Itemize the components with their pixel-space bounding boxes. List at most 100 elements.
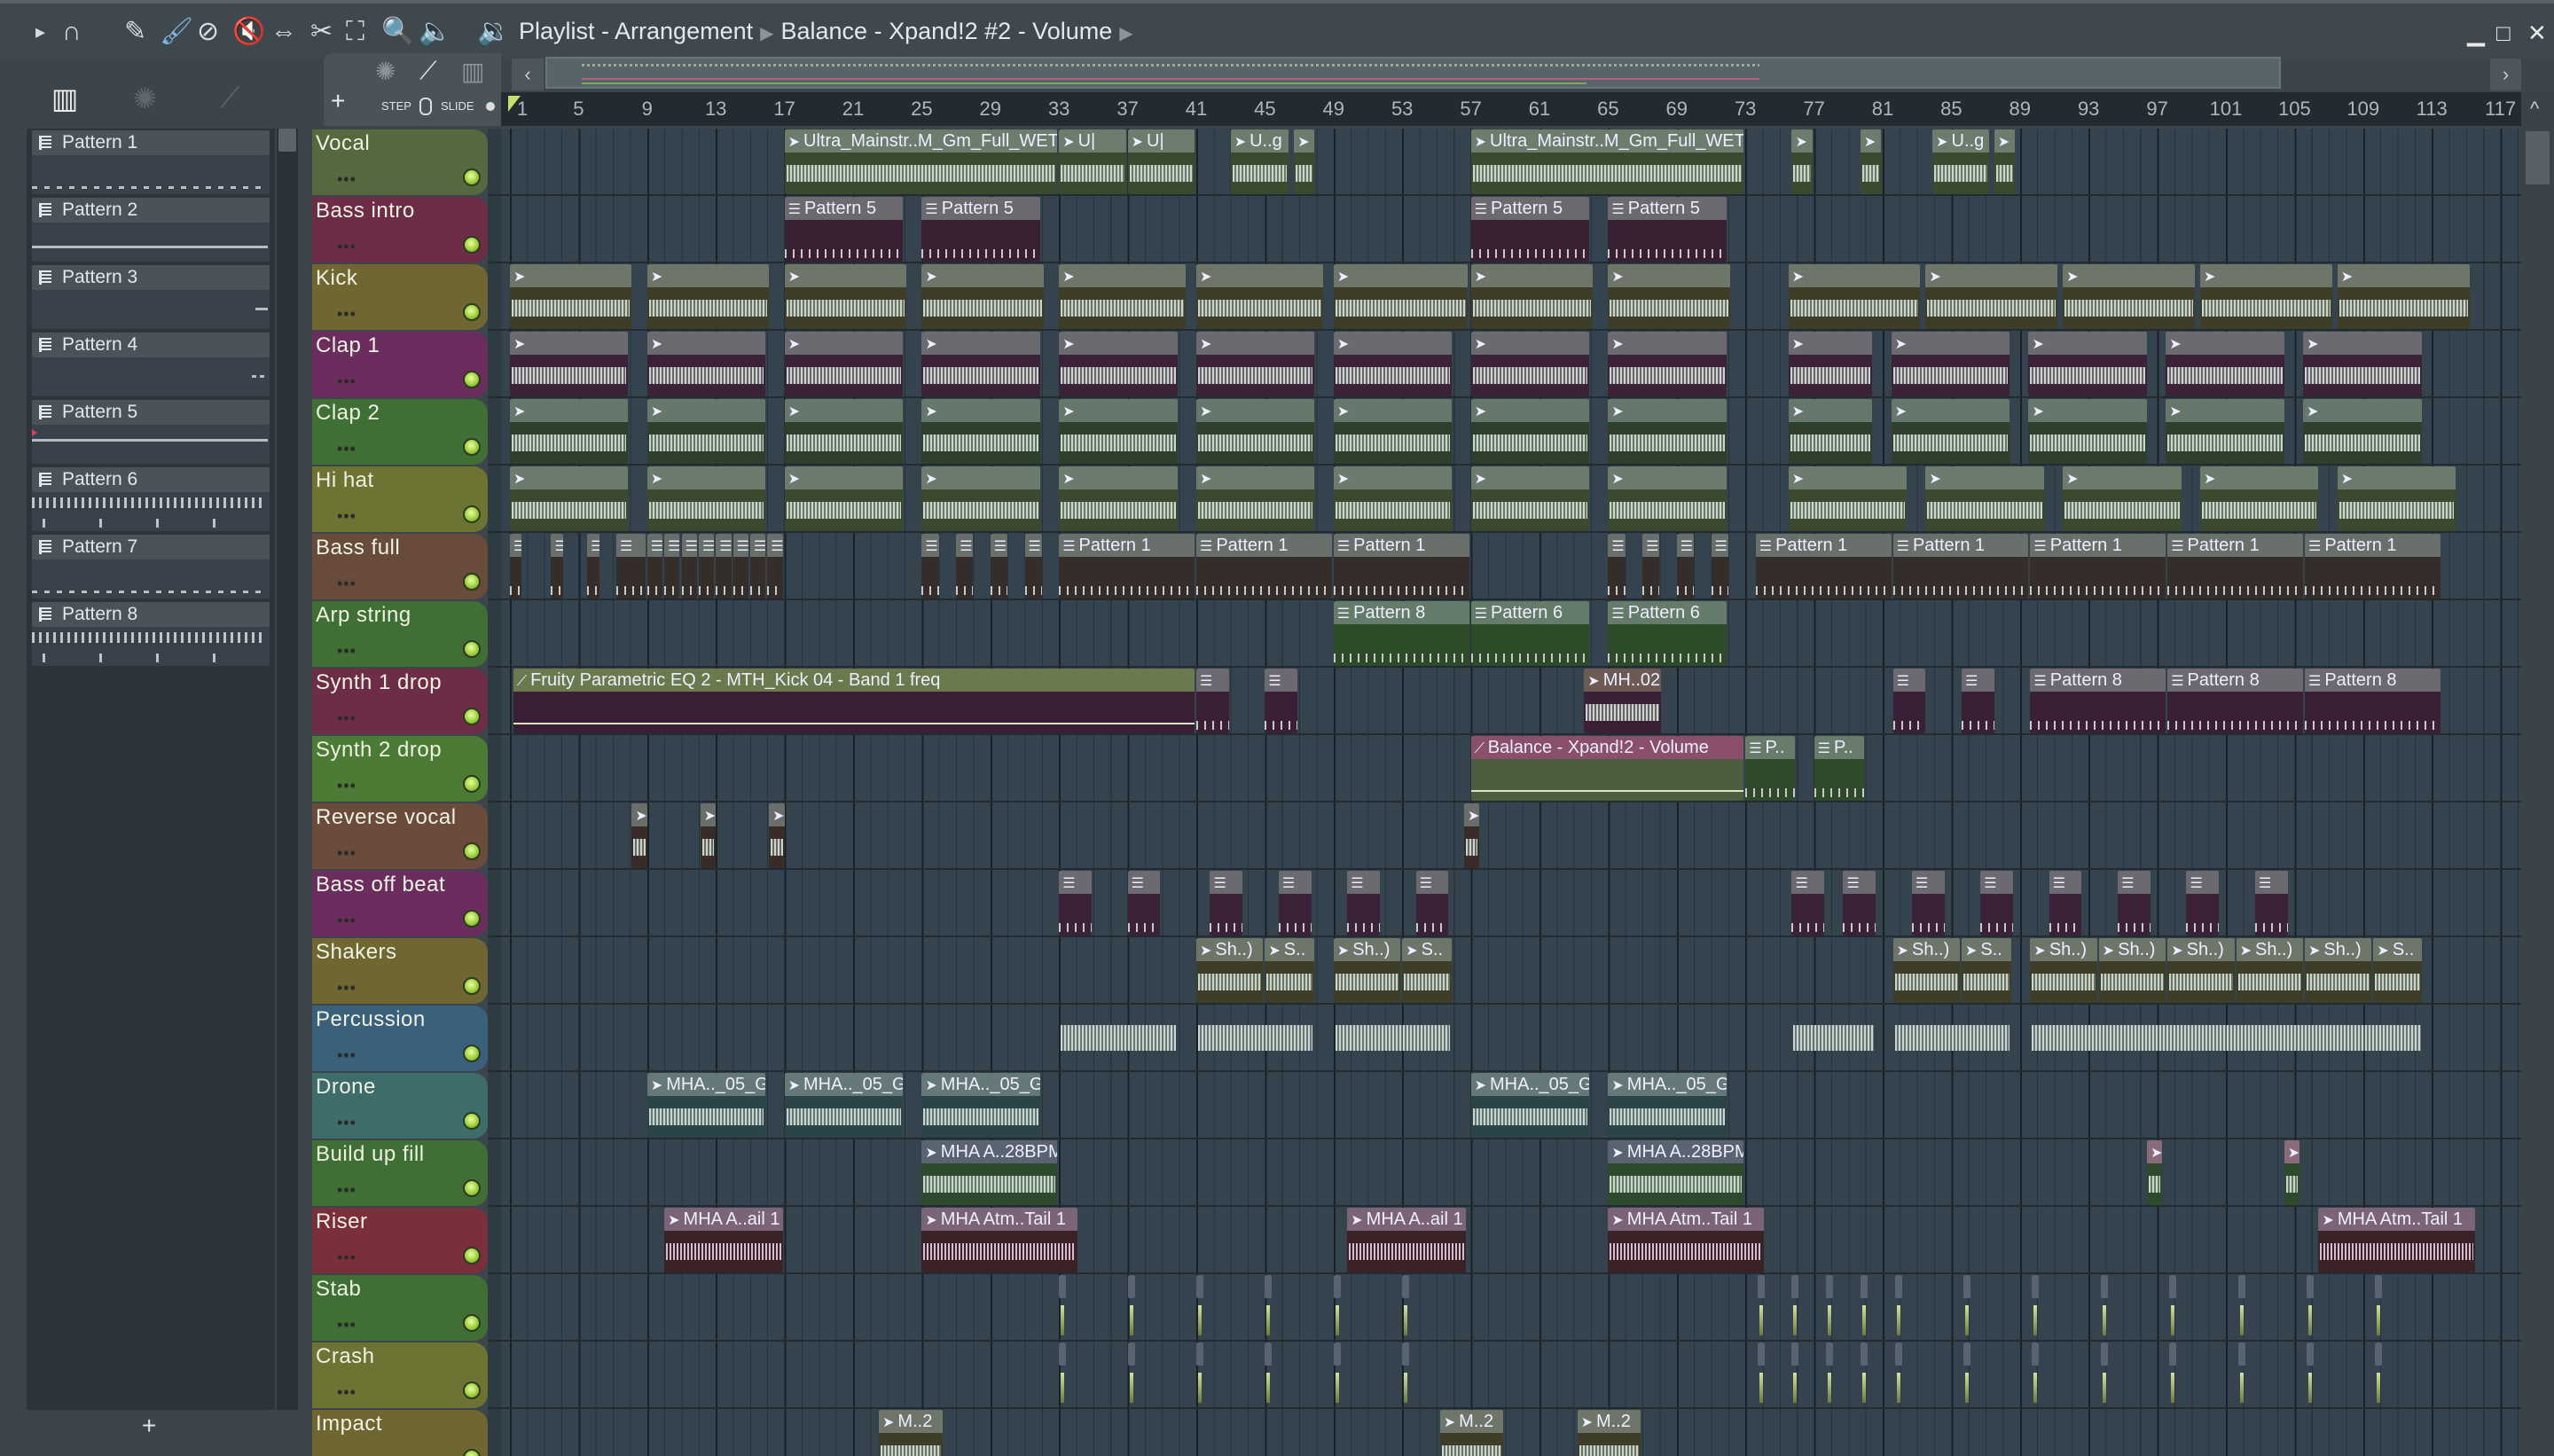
audio-clip[interactable]: ➤ <box>1788 399 1873 464</box>
audio-clip[interactable] <box>1826 1275 1834 1340</box>
pattern-clip[interactable]: ☰ Pattern 5 <box>784 197 904 262</box>
audio-clip[interactable]: ➤ <box>1860 129 1881 194</box>
audio-clip[interactable] <box>1127 1342 1135 1407</box>
audio-clip[interactable]: ➤ <box>510 264 632 329</box>
audio-clip[interactable]: ➤ Sh..) <box>2167 938 2235 1003</box>
pattern-clip[interactable]: ☰ <box>1347 871 1380 935</box>
audio-clip[interactable] <box>2237 1342 2245 1407</box>
audio-clip[interactable]: ➤ <box>1333 332 1453 396</box>
audio-clip[interactable]: ➤ <box>1470 399 1590 464</box>
audio-clip[interactable]: ➤ Sh..) <box>2305 938 2372 1003</box>
audio-clip[interactable]: ➤ <box>2166 399 2284 464</box>
audio-clip[interactable] <box>1333 1275 1341 1340</box>
track-options-icon[interactable]: ••• <box>337 575 356 593</box>
track-lane[interactable]: ➤ MHA.._05_G ➤ MHA.._05_G ➤ MHA.._05_G ➤ MHA.._… <box>501 1072 2521 1139</box>
pattern-clip[interactable]: ☰ Pattern 8 <box>2305 669 2440 733</box>
audio-clip[interactable] <box>1791 1342 1799 1407</box>
track-header[interactable]: Reverse vocal ••• <box>312 803 488 869</box>
audio-clip[interactable] <box>1963 1275 1970 1340</box>
mute-icon[interactable]: 🔇 <box>232 16 265 48</box>
audio-clip[interactable]: ➤ MHA A..ail 1 <box>664 1208 783 1272</box>
track-enable-led[interactable] <box>463 775 481 793</box>
audio-clip[interactable]: ➤ <box>1891 399 2010 464</box>
track-lane[interactable] <box>501 1342 2521 1409</box>
speaker-icon[interactable]: 🔉 <box>477 16 510 48</box>
automation-clip[interactable]: ⟋ Fruity Parametric EQ 2 - MTH_Kick 04 - … <box>513 669 1195 733</box>
audio-clip[interactable]: ➤ <box>700 803 717 868</box>
pattern-clip[interactable]: ☰ <box>2118 871 2151 935</box>
track-lane[interactable]: ➤ MHA A..ail 1 ➤ MHA Atm..Tail 1 ➤ MHA A..ail… <box>501 1207 2521 1274</box>
audio-clip[interactable]: ➤ MHA A..28BPM <box>921 1140 1058 1205</box>
audio-clip[interactable]: ➤ <box>1196 264 1324 329</box>
audio-clip[interactable]: ➤ Sh..) <box>2030 938 2097 1003</box>
track-options-icon[interactable]: ••• <box>337 777 356 795</box>
audio-clip[interactable] <box>2032 1275 2040 1340</box>
track-enable-led[interactable] <box>463 438 481 456</box>
audio-clip[interactable]: ➤ <box>921 332 1040 396</box>
track-options-icon[interactable]: ••• <box>337 912 356 930</box>
minimize-button[interactable]: ▁ <box>2467 20 2485 47</box>
track-options-icon[interactable]: ••• <box>337 238 356 256</box>
track-header[interactable]: Clap 2 ••• <box>312 399 488 465</box>
audio-clip[interactable]: ➤ <box>1059 264 1187 329</box>
track-header[interactable]: Percussion ••• <box>312 1006 488 1071</box>
audio-clip[interactable]: ➤ <box>2199 466 2319 531</box>
track-options-icon[interactable]: ••• <box>337 440 356 458</box>
audio-clip[interactable]: ➤ <box>1470 332 1590 396</box>
track-header[interactable]: Hi hat ••• <box>312 466 488 532</box>
track-enable-led[interactable] <box>463 842 481 860</box>
pattern-clip[interactable]: ☰ Pattern 1 <box>2167 534 2303 599</box>
track-options-icon[interactable]: ••• <box>337 1114 356 1132</box>
track-header[interactable]: Drone ••• <box>312 1073 488 1139</box>
audio-clip[interactable]: ➤ <box>1891 332 2010 396</box>
pattern-clip[interactable]: ☰ <box>1962 669 1994 733</box>
audio-clip[interactable]: ➤ <box>1059 399 1178 464</box>
pattern-clip[interactable]: ☰ <box>664 534 680 599</box>
audio-clip[interactable]: ➤ S.. <box>1265 938 1315 1003</box>
audio-clip[interactable]: ➤ <box>784 332 904 396</box>
slide-toggle[interactable] <box>486 102 495 111</box>
slip-icon[interactable]: ⇔ <box>270 16 297 48</box>
track-lane[interactable]: ➤ ➤ ➤ ➤ <box>501 802 2521 870</box>
audio-clip[interactable]: ➤ MHA A..28BPM <box>1608 1140 1744 1205</box>
audio-clip[interactable]: ➤ <box>769 803 785 868</box>
track-header[interactable]: Kick ••• <box>312 264 488 330</box>
audio-clip[interactable]: ➤ <box>1608 466 1727 531</box>
audio-clip[interactable]: ➤ <box>1196 399 1315 464</box>
track-enable-led[interactable] <box>463 1247 481 1264</box>
track-header[interactable]: Crash ••• <box>312 1342 488 1408</box>
pattern-clip[interactable]: ☰ Pattern 6 <box>1470 601 1590 666</box>
audio-clip[interactable] <box>1826 1342 1834 1407</box>
audio-clip[interactable]: ➤ <box>646 466 766 531</box>
audio-clip[interactable] <box>2100 1342 2108 1407</box>
pattern-clip[interactable]: ☰ Pattern 1 <box>1755 534 1892 599</box>
audio-clip[interactable]: ➤ <box>1059 466 1178 531</box>
pattern-clip[interactable]: ☰ <box>681 534 697 599</box>
audio-clip[interactable]: ➤ <box>2028 332 2147 396</box>
pattern-clip[interactable]: ☰ P.. <box>1814 736 1864 801</box>
track-header[interactable]: Bass intro ••• <box>312 197 488 262</box>
track-header[interactable]: Synth 2 drop ••• <box>312 736 488 802</box>
pattern-clip[interactable]: ☰ <box>1196 669 1229 733</box>
audio-clip[interactable] <box>1196 1275 1203 1340</box>
scroll-right-button[interactable]: › <box>2490 59 2521 90</box>
audio-clip[interactable]: ➤ <box>921 399 1040 464</box>
track-enable-led[interactable] <box>463 910 481 928</box>
track-enable-led[interactable] <box>463 168 481 186</box>
pattern-clip[interactable]: ☰ <box>1127 871 1161 935</box>
audio-clip[interactable] <box>1059 1006 1177 1070</box>
audio-clip[interactable]: ➤ U| <box>1127 129 1195 194</box>
audio-clip[interactable]: ➤ <box>1925 466 2044 531</box>
audio-clip[interactable]: ➤ MHA.._05_G <box>646 1073 766 1138</box>
track-enable-led[interactable] <box>463 573 481 591</box>
pattern-clip[interactable]: ☰ Pattern 1 <box>2305 534 2440 599</box>
audio-clip[interactable]: ➤ <box>646 264 770 329</box>
track-options-icon[interactable]: ••• <box>337 507 356 526</box>
audio-clip[interactable]: ➤ Sh..) <box>2236 938 2303 1003</box>
audio-clip[interactable]: ➤ <box>510 332 629 396</box>
play-arrow-icon[interactable]: ▸ <box>35 16 45 48</box>
pattern-clip[interactable]: ☰ <box>1791 871 1825 935</box>
pattern-clip[interactable]: ☰ Pattern 1 <box>1333 534 1469 599</box>
audio-clip-icon[interactable]: ✺ <box>133 82 157 115</box>
audio-clip[interactable]: ➤ MH..02 <box>1584 669 1662 733</box>
